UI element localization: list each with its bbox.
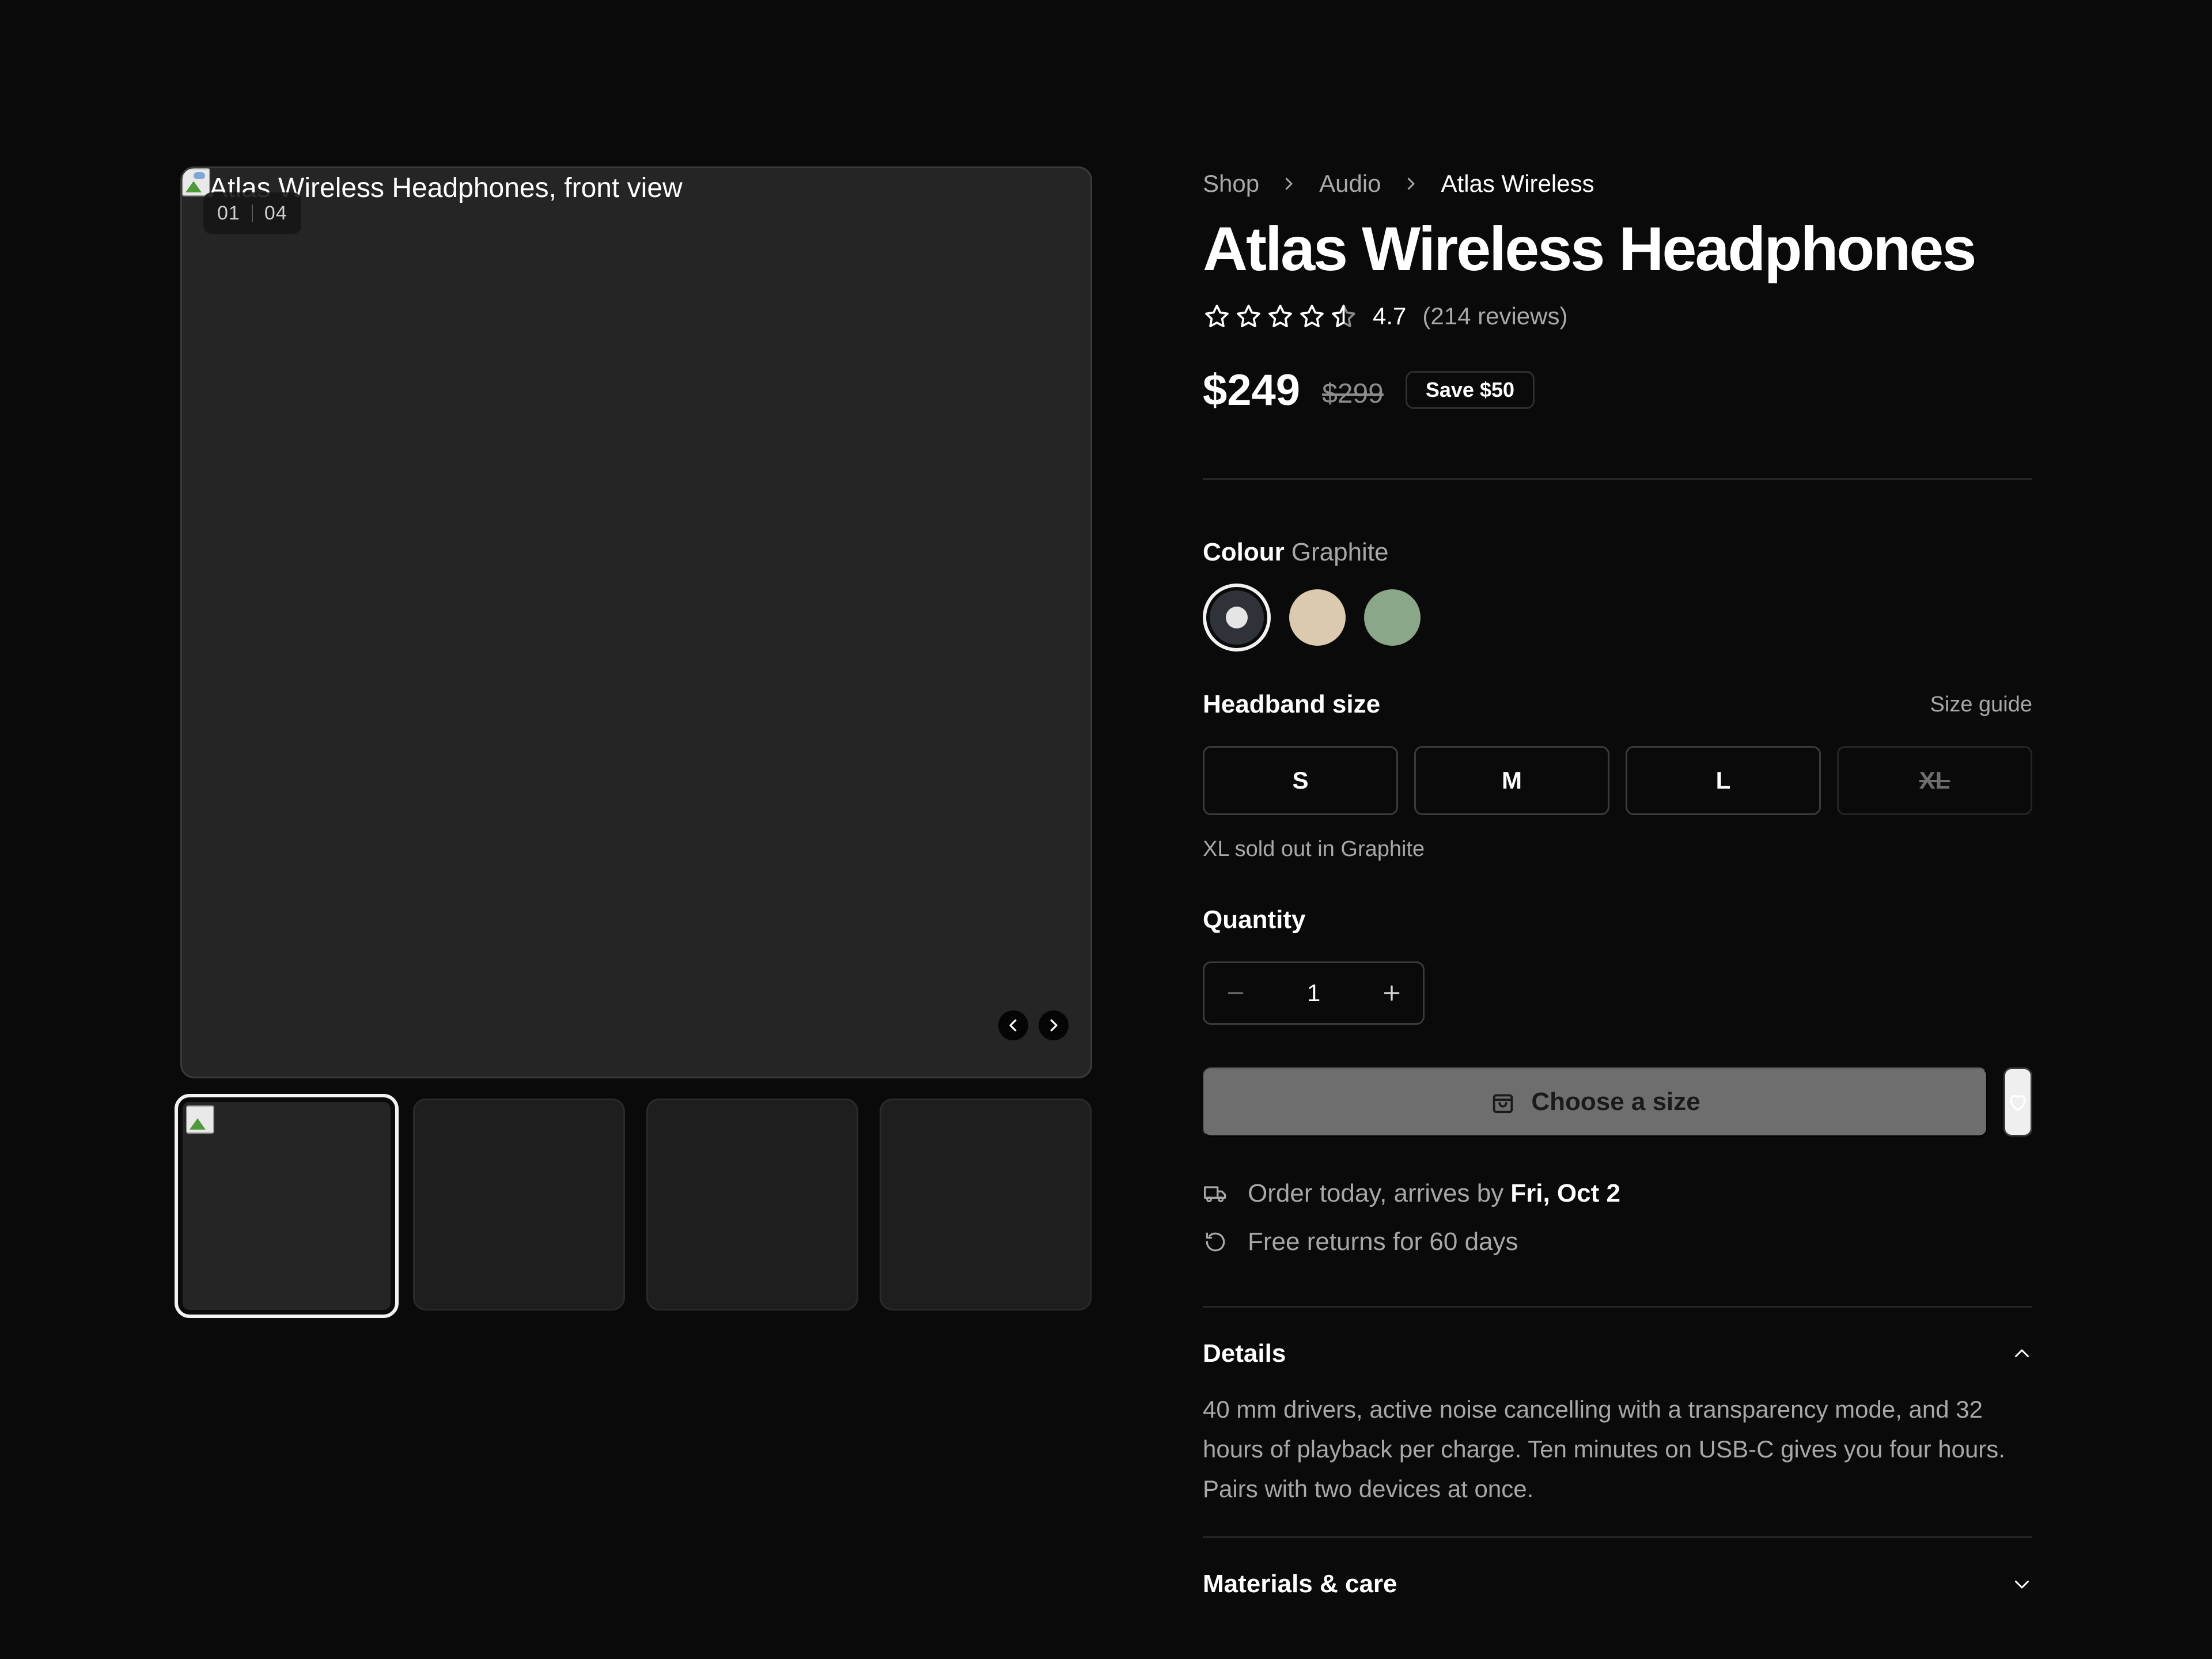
image-counter: 01 04 <box>203 192 301 234</box>
colour-label: Colour Graphite <box>1203 536 2032 569</box>
minus-icon[interactable] <box>1224 982 1247 1005</box>
chevron-up-icon <box>2015 1349 2029 1357</box>
add-to-cart-button[interactable]: Choose a size <box>1203 1067 1988 1137</box>
size-label: Headband size <box>1203 690 1381 718</box>
product-title: Atlas Wireless Headphones <box>1203 214 1977 283</box>
star-half-icon <box>1332 304 1355 327</box>
plus-icon[interactable] <box>1380 982 1403 1005</box>
product-rating[interactable]: 4.7 (214 reviews) <box>1203 296 2032 336</box>
details-title: Details <box>1203 1339 1286 1368</box>
size-options: S M L XL <box>1203 746 2032 815</box>
size-m-button[interactable]: M <box>1414 746 1609 815</box>
size-availability-note: XL sold out in Graphite <box>1203 837 1425 861</box>
breadcrumb: Shop Audio Atlas Wireless <box>1203 161 2032 206</box>
delivery-estimate: Order today, arrives by Fri, Oct 2 <box>1203 1177 2032 1210</box>
materials-accordion-header[interactable]: Materials & care <box>1203 1538 2032 1630</box>
size-xl-button[interactable]: XL <box>1837 746 2032 815</box>
quantity-stepper: 1 <box>1203 961 1425 1025</box>
star-icon <box>1237 304 1260 327</box>
details-accordion: Details 40 mm drivers, active noise canc… <box>1203 1306 2032 1536</box>
chevron-left-icon <box>1009 1019 1017 1032</box>
divider <box>1203 478 2032 480</box>
truck-icon <box>1204 1186 1226 1203</box>
wishlist-button[interactable] <box>2003 1067 2032 1137</box>
size-s-button[interactable]: S <box>1203 746 1398 815</box>
rating-score: 4.7 <box>1373 302 1407 329</box>
details-body: 40 mm drivers, active noise cancelling w… <box>1203 1396 2005 1502</box>
image-counter-current: 01 <box>217 202 240 224</box>
thumbnail-4[interactable] <box>880 1099 1092 1310</box>
colour-swatches <box>1203 584 2032 652</box>
next-image-button[interactable] <box>1039 1010 1069 1040</box>
swatch-sage[interactable] <box>1364 589 1421 646</box>
returns-policy: Free returns for 60 days <box>1203 1225 2032 1259</box>
save-badge: Save $50 <box>1405 371 1535 409</box>
review-count[interactable]: (214 reviews) <box>1422 302 1567 330</box>
returns-text: Free returns for 60 days <box>1248 1228 1518 1256</box>
add-to-cart-label: Choose a size <box>1531 1088 1700 1116</box>
broken-image-icon <box>182 168 210 196</box>
cta-row: Choose a size <box>1203 1067 2032 1137</box>
delivery-text: Order today, arrives by <box>1248 1179 1504 1207</box>
breadcrumb-current: Atlas Wireless <box>1441 170 1594 197</box>
star-icon <box>1268 304 1292 327</box>
selected-indicator <box>1226 607 1248 628</box>
materials-accordion: Materials & care <box>1203 1536 2032 1630</box>
heart-icon <box>2010 1094 2027 1111</box>
chevron-down-icon <box>2015 1581 2029 1589</box>
breadcrumb-shop[interactable]: Shop <box>1203 170 1259 198</box>
broken-image-icon <box>186 1105 214 1134</box>
shopping-bag-icon <box>1493 1094 1513 1113</box>
chevron-right-icon <box>1407 177 1415 190</box>
swatch-graphite[interactable] <box>1203 584 1271 652</box>
product-main-image[interactable]: Atlas Wireless Headphones, front view 01… <box>180 166 1092 1078</box>
breadcrumb-audio[interactable]: Audio <box>1319 170 1381 198</box>
star-icon <box>1300 304 1324 327</box>
chevron-right-icon <box>1050 1019 1058 1032</box>
details-accordion-header[interactable]: Details <box>1203 1308 2032 1400</box>
selected-colour: Graphite <box>1291 538 1389 566</box>
previous-image-button[interactable] <box>998 1010 1028 1040</box>
size-guide-link[interactable]: Size guide <box>1930 692 2032 717</box>
star-rating <box>1203 302 1358 331</box>
thumbnail-2[interactable] <box>413 1099 625 1310</box>
thumbnail-1-image <box>183 1102 391 1310</box>
thumbnail-1[interactable] <box>175 1094 399 1318</box>
shipping-perks: Order today, arrives by Fri, Oct 2 Free … <box>1203 1177 2032 1259</box>
return-icon <box>1206 1232 1225 1252</box>
swatch-sand[interactable] <box>1289 589 1346 646</box>
thumbnail-3[interactable] <box>646 1099 858 1310</box>
size-l-button[interactable]: L <box>1626 746 1821 815</box>
original-price: $299 <box>1322 378 1384 409</box>
product-info-panel: Shop Audio Atlas Wireless Atlas Wireless… <box>1203 161 2032 1630</box>
image-counter-divider <box>251 204 253 222</box>
colour-label-text: Colour <box>1203 538 1285 566</box>
price-row: $249 $299 Save $50 <box>1203 364 2032 416</box>
image-counter-total: 04 <box>264 202 287 224</box>
quantity-label: Quantity <box>1203 906 1306 934</box>
materials-title: Materials & care <box>1203 1570 1397 1598</box>
current-price: $249 <box>1203 365 1301 415</box>
chevron-right-icon <box>1285 177 1293 190</box>
delivery-date: Fri, Oct 2 <box>1510 1179 1620 1207</box>
swatch-graphite-fill <box>1210 590 1264 645</box>
size-header: Headband size Size guide <box>1203 688 2032 721</box>
star-icon <box>1205 304 1229 327</box>
quantity-value[interactable]: 1 <box>1307 979 1320 1007</box>
